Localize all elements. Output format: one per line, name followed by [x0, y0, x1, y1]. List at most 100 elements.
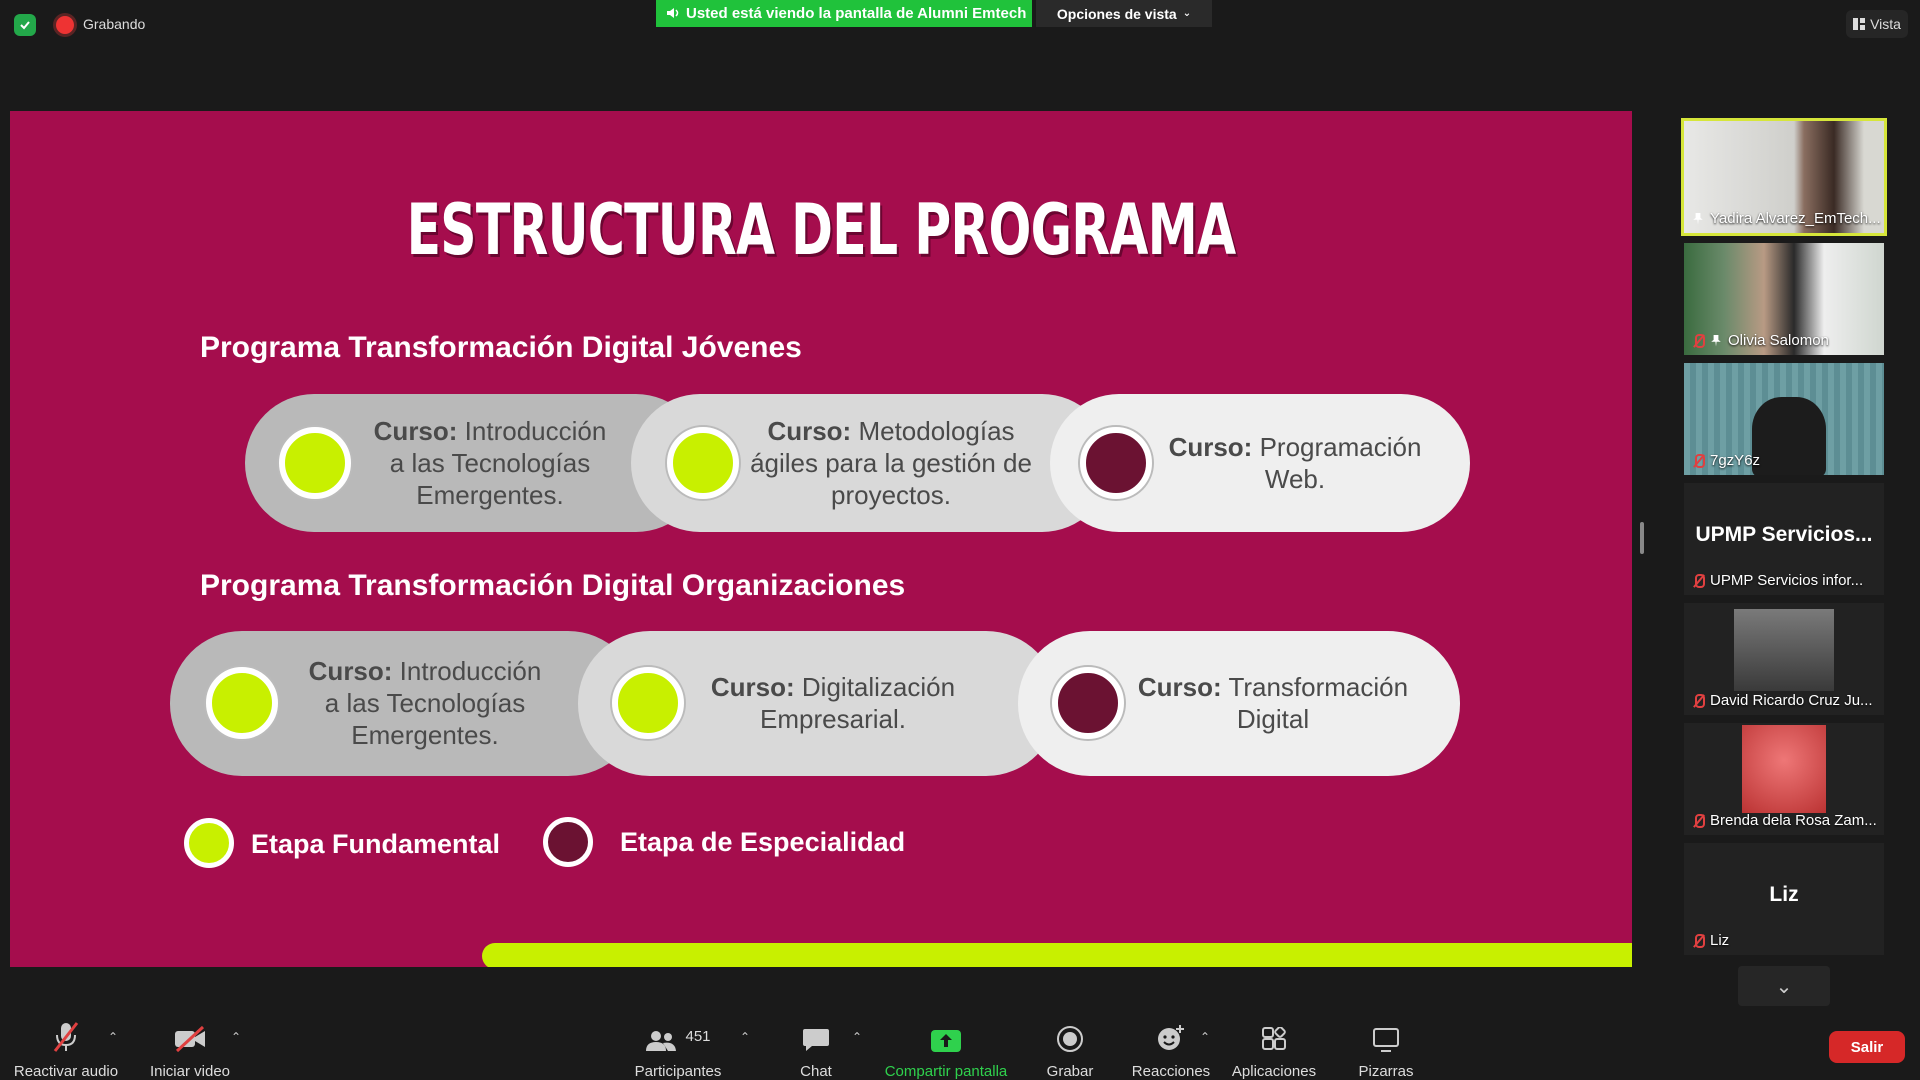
- apps-button[interactable]: Aplicaciones: [1226, 1010, 1322, 1080]
- speaker-icon: [667, 8, 679, 18]
- participants-button[interactable]: 451 Participantes: [626, 1010, 730, 1080]
- recording-label: Grabando: [83, 16, 146, 32]
- reactions-icon: [1156, 1018, 1186, 1053]
- participant-display-name: Liz: [1769, 883, 1799, 906]
- legend-fundamental-label: Etapa Fundamental: [251, 829, 501, 859]
- participant-video: [1734, 609, 1834, 691]
- leave-meeting-button[interactable]: Salir: [1829, 1031, 1905, 1063]
- legend-especialidad-label: Etapa de Especialidad: [620, 827, 906, 857]
- start-video-label: Iniciar video: [149, 1063, 231, 1080]
- recording-icon: [56, 16, 74, 34]
- reactions-label: Reacciones: [1131, 1063, 1211, 1080]
- mic-muted-icon: [1692, 333, 1705, 348]
- course-text: Curso: Introducción a las Tecnologías Em…: [373, 416, 607, 510]
- mic-muted-icon: [1692, 453, 1705, 468]
- participant-tile[interactable]: David Ricardo Cruz Ju...: [1684, 603, 1884, 715]
- meeting-toolbar: Reactivar audio ⌃ Iniciar video ⌃ 451 Pa…: [0, 1010, 1920, 1080]
- view-layout-label: Vista: [1870, 16, 1901, 32]
- whiteboards-label: Pizarras: [1358, 1063, 1414, 1080]
- apps-label: Aplicaciones: [1231, 1063, 1317, 1080]
- participant-tile[interactable]: Olivia Salomon: [1684, 243, 1884, 355]
- course-text: Curso: Metodologías ágiles para la gesti…: [750, 416, 1032, 510]
- participant-tile[interactable]: Brenda dela Rosa Zam...: [1684, 723, 1884, 835]
- apps-icon: [1261, 1018, 1287, 1053]
- record-icon: [1056, 1018, 1084, 1053]
- top-bar: Grabando Usted está viendo la pantalla d…: [0, 0, 1920, 50]
- participants-label: Participantes: [634, 1063, 722, 1080]
- participant-name: Yadira Alvarez_EmTech...: [1692, 210, 1881, 227]
- pin-icon: [1711, 334, 1721, 347]
- chat-button[interactable]: Chat: [782, 1010, 850, 1080]
- share-screen-label: Compartir pantalla: [884, 1063, 1008, 1080]
- video-off-icon: [173, 1018, 207, 1053]
- chat-options-caret-icon[interactable]: ⌃: [852, 1030, 862, 1044]
- stage-fundamental-dot: [206, 667, 278, 739]
- mic-muted-icon: [1692, 813, 1705, 828]
- participants-icon: 451: [645, 1018, 711, 1053]
- participant-name: Olivia Salomon: [1692, 332, 1829, 349]
- whiteboard-icon: [1372, 1018, 1400, 1053]
- panel-resize-handle[interactable]: [1640, 522, 1644, 554]
- participant-name: 7gzY6z: [1692, 452, 1760, 469]
- mic-muted-icon: [1692, 693, 1705, 708]
- participant-tile[interactable]: Liz Liz: [1684, 843, 1884, 955]
- participant-video: [1742, 725, 1826, 813]
- participants-count: 451: [685, 1028, 711, 1045]
- slide-title: ESTRUCTURA DEL PROGRAMA: [406, 189, 1237, 271]
- participant-tile[interactable]: 7gzY6z: [1684, 363, 1884, 475]
- course-text: Curso: Transformación Digital: [1137, 672, 1409, 734]
- reactions-button[interactable]: Reacciones: [1130, 1010, 1212, 1080]
- share-screen-icon: [930, 1018, 962, 1053]
- participant-name: Liz: [1692, 932, 1729, 949]
- view-layout-button[interactable]: Vista: [1846, 10, 1908, 38]
- participant-silhouette: [1752, 397, 1826, 475]
- reactions-options-caret-icon[interactable]: ⌃: [1200, 1030, 1210, 1044]
- viewing-banner-text: Usted está viendo la pantalla de Alumni …: [686, 5, 1027, 22]
- decorative-green-bar: [482, 943, 1632, 967]
- participant-name: Brenda dela Rosa Zam...: [1692, 812, 1877, 829]
- section-title-jovenes: Programa Transformación Digital Jóvenes: [200, 331, 802, 364]
- unmute-button[interactable]: Reactivar audio: [10, 1010, 122, 1080]
- course-row-jovenes: Curso: Introducción a las Tecnologías Em…: [245, 394, 1470, 532]
- mic-muted-icon: [1692, 573, 1705, 588]
- stage-fundamental-dot: [612, 667, 684, 739]
- chevron-down-icon: ⌄: [1775, 975, 1793, 998]
- course-pill: Curso: Programación Web.: [1050, 394, 1470, 532]
- unmute-label: Reactivar audio: [13, 1063, 119, 1080]
- view-options-label: Opciones de vista: [1056, 5, 1177, 22]
- viewing-screen-banner: Usted está viendo la pantalla de Alumni …: [656, 0, 1032, 27]
- stage-especialidad-dot: [1080, 427, 1152, 499]
- course-text: Curso: Digitalización Empresarial.: [710, 672, 956, 734]
- legend-especialidad-dot: [543, 817, 593, 867]
- mic-muted-icon: [1692, 933, 1705, 948]
- course-text: Curso: Programación Web.: [1168, 432, 1422, 494]
- stage-fundamental-dot: [667, 427, 739, 499]
- record-label: Grabar: [1046, 1063, 1094, 1080]
- security-shield-icon[interactable]: [14, 14, 36, 36]
- share-screen-button[interactable]: Compartir pantalla: [880, 1010, 1012, 1080]
- video-options-caret-icon[interactable]: ⌃: [231, 1030, 241, 1044]
- scroll-down-participants-button[interactable]: ⌄: [1738, 966, 1830, 1006]
- participant-display-name: UPMP Servicios...: [1695, 523, 1873, 546]
- section-title-organizaciones: Programa Transformación Digital Organiza…: [200, 569, 906, 602]
- mic-off-icon: [51, 1018, 81, 1053]
- whiteboards-button[interactable]: Pizarras: [1350, 1010, 1422, 1080]
- participant-tile-active[interactable]: Yadira Alvarez_EmTech...: [1681, 118, 1887, 236]
- course-pill: Curso: Introducción a las Tecnologías Em…: [170, 631, 640, 776]
- chevron-down-icon: ⌄: [1182, 8, 1192, 19]
- audio-options-caret-icon[interactable]: ⌃: [108, 1030, 118, 1044]
- stage-especialidad-dot: [1052, 667, 1124, 739]
- shared-screen-slide: ESTRUCTURA DEL PROGRAMA Programa Transfo…: [10, 111, 1632, 967]
- participant-tile[interactable]: UPMP Servicios... UPMP Servicios infor..…: [1684, 483, 1884, 595]
- participants-options-caret-icon[interactable]: ⌃: [740, 1030, 750, 1044]
- record-button[interactable]: Grabar: [1040, 1010, 1100, 1080]
- course-text: Curso: Introducción a las Tecnologías Em…: [308, 656, 542, 750]
- course-pill: Curso: Digitalización Empresarial.: [578, 631, 1058, 776]
- course-row-organizaciones: Curso: Introducción a las Tecnologías Em…: [170, 631, 1460, 776]
- start-video-button[interactable]: Iniciar video: [142, 1010, 238, 1080]
- view-options-button[interactable]: Opciones de vista ⌄: [1036, 0, 1212, 27]
- grid-layout-icon: [1853, 18, 1866, 30]
- chat-label: Chat: [800, 1063, 832, 1080]
- legend-fundamental-dot: [184, 818, 234, 868]
- course-pill: Curso: Transformación Digital: [1018, 631, 1460, 776]
